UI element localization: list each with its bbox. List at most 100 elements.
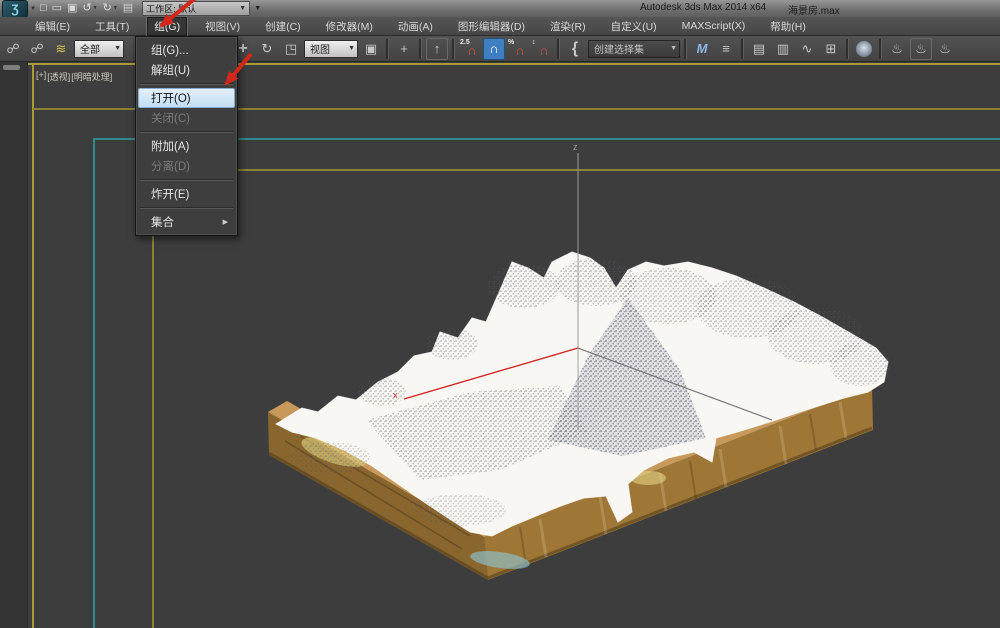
undo-icon[interactable]: ↺▼ [81,3,98,14]
curve-editor-icon[interactable]: ∿ [796,38,818,60]
select-and-rotate-icon-glyph: ↻ [262,42,273,55]
toolbar-drag-handle[interactable] [3,65,20,70]
y-axis-line [578,348,772,420]
bed-base-top-face [268,377,872,537]
percent-snap-icon-glyph: ∩ [515,44,524,57]
group-menu-item-explode[interactable]: 炸开(E) [138,184,235,204]
chevron-down-icon: ▼ [93,6,98,11]
group-menu-item-explode-label: 炸开(E) [151,186,189,202]
redo-icon-glyph: ↻ [103,3,112,14]
menubar-item-edit[interactable]: 编辑(E) [28,17,77,36]
menubar-item-customize[interactable]: 自定义(U) [604,17,664,36]
keyboard-shortcut-override-icon-glyph: ↑ [434,42,441,55]
select-and-move-icon-glyph: + [238,41,247,57]
new-scene-icon[interactable]: □ [39,3,48,14]
window-title: Autodesk 3ds Max 2014 x64 [640,2,766,13]
reference-coordinate-system-dropdown[interactable]: 视图▼ [304,40,358,58]
mirror-icon[interactable]: M [691,38,713,60]
render-production-icon[interactable]: ♨ [934,38,956,60]
use-pivot-point-center-icon-glyph: ▣ [365,42,377,55]
toolbar-separator [846,39,849,59]
viewport-menu-shading[interactable]: [明暗处理] [71,70,112,83]
angle-snap-icon[interactable]: ∩ [483,38,505,60]
undo-icon-glyph: ↺ [82,3,91,14]
open-file-icon[interactable]: ▭ [51,3,63,14]
bed-model[interactable] [268,252,890,580]
group-menu-item-assembly[interactable]: 集合▶ [138,212,235,232]
app-menu-caret-icon[interactable]: ▼ [30,6,36,12]
align-icon[interactable]: ≡ [715,38,737,60]
edit-named-selection-sets-icon-glyph: { [572,41,578,57]
menubar-item-help[interactable]: 帮助(H) [763,17,813,36]
toolbar-separator [557,39,560,59]
save-file-icon-glyph: ▣ [67,3,77,14]
select-and-scale-icon[interactable]: ◳ [280,38,302,60]
selection-filter-dropdown[interactable]: 全部▼ [74,40,124,58]
percent-snap-icon[interactable]: %∩ [507,38,529,60]
new-scene-icon-glyph: □ [40,3,47,14]
transform-gizmo: z x [393,142,772,430]
menubar-item-modifiers[interactable]: 修改器(M) [319,17,380,36]
spinner-snap-icon[interactable]: ↕∩ [531,38,553,60]
keyboard-shortcut-override-icon[interactable]: ↑ [426,38,448,60]
graphite-ribbon-icon-glyph: ▥ [777,42,789,55]
save-file-icon[interactable]: ▣ [66,3,78,14]
menubar-item-maxscript[interactable]: MAXScript(X) [675,18,753,34]
named-selection-sets-dropdown[interactable]: 创建选择集▼ [588,40,680,58]
app-logo-button[interactable]: Ʒ [2,0,28,18]
menubar-item-create[interactable]: 创建(C) [258,17,308,36]
room-wire-yellow2-top [152,169,1000,171]
layer-manager-icon[interactable]: ▤ [748,38,770,60]
chevron-down-icon: ▼ [113,6,118,11]
group-menu-item-ungroup[interactable]: 解组(U) [138,60,235,80]
select-and-link-icon[interactable]: ☍ [2,38,24,60]
material-editor-icon[interactable] [856,41,872,57]
group-menu-item-open[interactable]: 打开(O) [138,88,235,108]
workspace-dropdown[interactable]: 工作区: 默认 ▼ [142,1,250,16]
toolbar-separator [419,39,422,59]
chevron-down-icon: ▼ [345,45,355,52]
quick-access-toolbar: □▭▣↺▼↻▼▤ [39,3,134,14]
edit-named-selection-sets-icon[interactable]: { [564,38,586,60]
menubar-item-group[interactable]: 组(G) [147,17,187,36]
schematic-view-icon[interactable]: ⊞ [820,38,842,60]
selection-filter-dropdown-value: 全部 [80,41,100,56]
unlink-selection-icon[interactable]: ☍ [26,38,48,60]
angle-snap-icon-glyph: ∩ [489,42,498,55]
menu-separator [140,179,233,181]
snaps-toggle-icon[interactable]: 2.5∩ [459,38,481,60]
mirror-icon-glyph: M [697,42,708,55]
viewport-menu-pov[interactable]: [透视] [47,70,70,83]
bed-base-left-face [268,412,488,580]
file-name: 海景房.max [788,2,840,17]
redo-icon[interactable]: ↻▼ [102,3,119,14]
render-setup-icon[interactable]: ♨ [886,38,908,60]
bed-base-right-face [484,386,873,580]
menubar-item-graph-editors[interactable]: 图形编辑器(D) [451,17,532,36]
workspace-label: 工作区: 默认 [146,2,196,15]
menubar-item-animation[interactable]: 动画(A) [391,17,440,36]
open-file-icon-glyph: ▭ [52,3,62,14]
use-pivot-point-center-icon[interactable]: ▣ [360,38,382,60]
graphite-ribbon-icon[interactable]: ▥ [772,38,794,60]
select-and-manipulate-icon[interactable]: + [393,38,415,60]
group-menu-item-attach[interactable]: 附加(A) [138,136,235,156]
group-menu-item-assembly-label: 集合 [151,214,174,230]
project-toggle-icon[interactable]: ▤ [122,3,134,14]
viewport-menu-general[interactable]: [+] [36,70,46,83]
rendered-frame-icon[interactable]: ♨ [910,38,932,60]
spinner-snap-icon-sub-label: ↕ [532,39,536,46]
x-axis-line [404,348,578,399]
menubar-item-views[interactable]: 视图(V) [198,17,247,36]
workspace-flyout-caret-icon[interactable]: ▼ [252,2,263,15]
select-and-rotate-icon[interactable]: ↻ [256,38,278,60]
menu-separator [140,131,233,133]
spinner-snap-icon-glyph: ∩ [539,44,548,57]
group-menu-item-group[interactable]: 组(G)... [138,40,235,60]
toolbar-separator [684,39,687,59]
group-menu-item-ungroup-label: 解组(U) [151,62,190,78]
menubar-item-rendering[interactable]: 渲染(R) [543,17,593,36]
bind-to-space-warp-icon[interactable]: ≋ [50,38,72,60]
menubar-item-tools[interactable]: 工具(T) [88,17,136,36]
viewport-label: [+][透视][明暗处理] [36,70,112,83]
